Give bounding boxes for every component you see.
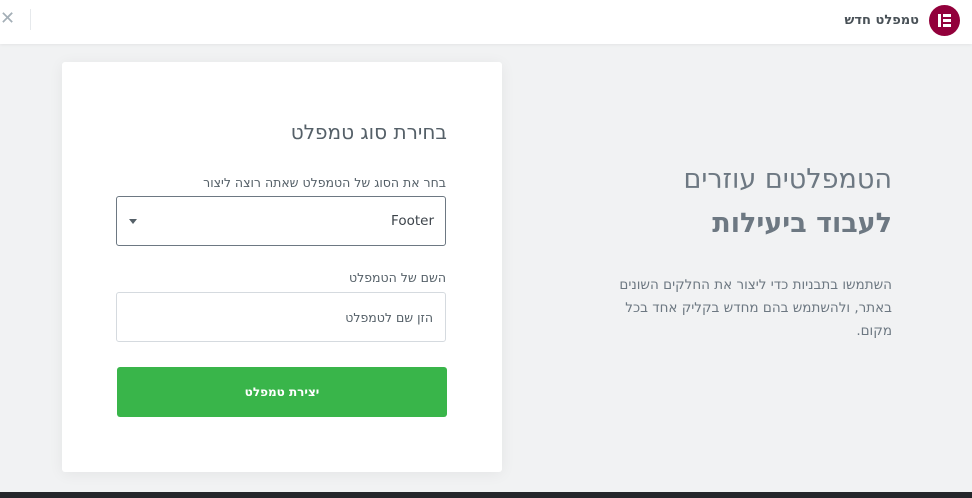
template-type-label: בחר את הסוג של הטמפלט שאתה רוצה ליצור (203, 175, 446, 190)
create-template-button[interactable]: יצירת טמפלט (117, 367, 447, 417)
modal-title: טמפלט חדש (844, 12, 919, 28)
caret-down-icon (129, 219, 137, 224)
template-type-select[interactable]: Footer (116, 196, 446, 246)
close-icon[interactable]: ✕ (0, 8, 16, 30)
form-title: בחירת סוג טמפלט (290, 120, 447, 144)
template-name-input[interactable] (116, 292, 446, 342)
intro-panel: הטמפלטים עוזרים לעבוד ביעילות השתמשו בתב… (592, 160, 892, 343)
header-title-group: טמפלט חדש (845, 4, 960, 36)
template-name-label: השם של הטמפלט (348, 270, 446, 285)
intro-heading-line2: לעבוד ביעילות (712, 208, 892, 239)
header-divider (30, 9, 31, 30)
intro-description: השתמשו בתבניות כדי ליצור את החלקים השוני… (619, 277, 892, 339)
intro-heading-line1: הטמפלטים עוזרים (683, 164, 892, 195)
template-form-card: בחירת סוג טמפלט בחר את הסוג של הטמפלט שא… (62, 62, 502, 472)
bottom-strip (0, 492, 972, 498)
template-type-value: Footer (391, 213, 434, 229)
top-bar: ✕ טמפלט חדש (0, 0, 972, 44)
elementor-logo-icon (929, 4, 960, 36)
